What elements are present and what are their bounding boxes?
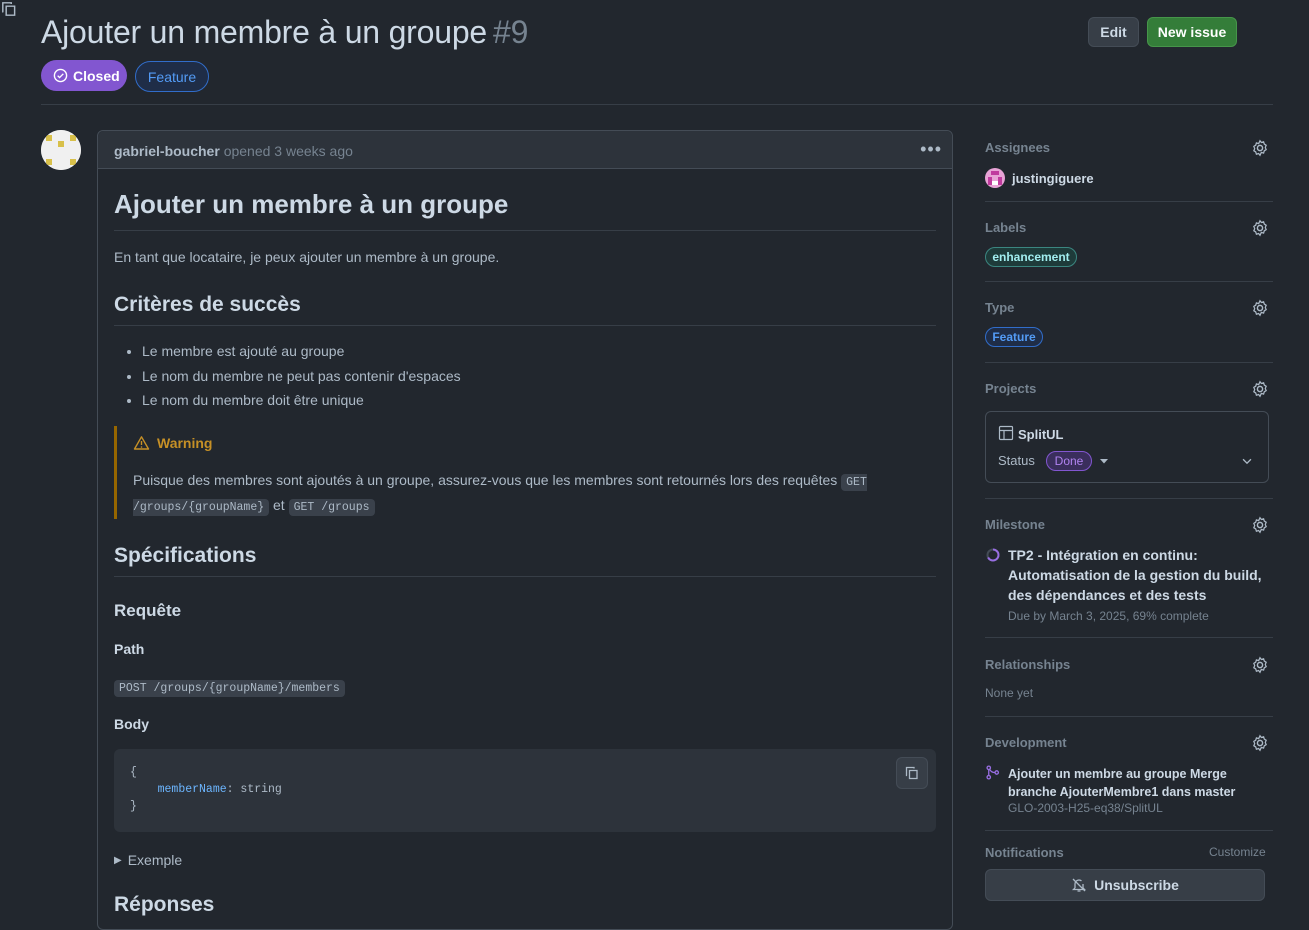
criteria-list: Le membre est ajouté au groupe Le nom du… xyxy=(114,342,461,416)
list-item: Le membre est ajouté au groupe xyxy=(142,342,461,367)
linked-pull-request[interactable]: Ajouter un membre au groupe Merge branch… xyxy=(1008,765,1270,801)
table-icon xyxy=(998,425,1014,441)
development-label: Development xyxy=(985,735,1067,750)
code-key: memberName xyxy=(157,783,227,796)
code-content: { memberName: string } xyxy=(130,764,282,815)
path-label: Path xyxy=(114,641,145,657)
warning-text: Puisque des membres sont ajoutés à un gr… xyxy=(133,469,923,519)
copy-link-button[interactable] xyxy=(0,0,22,22)
list-item: Le nom du membre ne peut pas contenir d'… xyxy=(142,367,461,392)
label-enhancement[interactable]: enhancement xyxy=(985,247,1077,267)
body-heading: Ajouter un membre à un groupe xyxy=(114,189,936,231)
milestone-due: Due by March 3, 2025, 69% complete xyxy=(1008,609,1209,623)
type-feature-badge[interactable]: Feature xyxy=(985,327,1043,347)
copy-icon xyxy=(905,766,918,780)
inline-code: GET /groups xyxy=(288,499,375,516)
linked-repo[interactable]: GLO-2003-H25-eq38/SplitUL xyxy=(1008,801,1163,815)
sidebar-divider xyxy=(985,498,1273,499)
gear-icon[interactable] xyxy=(1251,734,1269,752)
gear-icon[interactable] xyxy=(1251,516,1269,534)
sidebar-divider xyxy=(985,830,1273,831)
copy-icon xyxy=(2,2,16,16)
example-label: Exemple xyxy=(127,852,183,868)
assignee-name[interactable]: justingiguere xyxy=(1012,171,1094,186)
warning-text-body: Puisque des membres sont ajoutés à un gr… xyxy=(133,472,838,488)
opened-time: opened 3 weeks ago xyxy=(223,143,353,159)
milestone-progress-icon xyxy=(986,548,1000,562)
code-line: } xyxy=(130,800,137,813)
relationships-value: None yet xyxy=(985,686,1034,700)
sidebar-divider xyxy=(985,281,1273,282)
path-code: POST /groups/{groupName}/members xyxy=(114,680,345,697)
sidebar-divider xyxy=(985,201,1273,202)
warning-text-between: et xyxy=(273,497,285,513)
milestone-link[interactable]: TP2 - Intégration en continu: Automatisa… xyxy=(1008,545,1268,605)
code-line: { xyxy=(130,766,137,779)
warning-title-text: Warning xyxy=(157,435,213,451)
project-status-badge[interactable]: Done xyxy=(1046,451,1092,471)
comment-header: gabriel-boucher opened 3 weeks ago ••• xyxy=(98,131,952,169)
bell-slash-icon xyxy=(1072,878,1087,892)
sidebar-divider xyxy=(985,716,1273,717)
type-label: Type xyxy=(985,300,1015,315)
comment-meta: gabriel-boucher opened 3 weeks ago xyxy=(114,143,353,159)
issue-title: Ajouter un membre à un groupe #9 xyxy=(41,14,528,51)
unsubscribe-label: Unsubscribe xyxy=(1094,877,1179,893)
warning-title: Warning xyxy=(133,435,212,451)
gear-icon[interactable] xyxy=(1251,299,1269,317)
edit-button[interactable]: Edit xyxy=(1088,17,1139,47)
header-divider xyxy=(41,104,1273,105)
customize-link[interactable]: Customize xyxy=(1209,845,1266,859)
closed-status-label: Closed xyxy=(73,67,120,84)
milestone-label: Milestone xyxy=(985,517,1045,532)
relationships-label: Relationships xyxy=(985,657,1071,672)
issue-type-badge[interactable]: Feature xyxy=(135,61,209,92)
unsubscribe-button[interactable]: Unsubscribe xyxy=(985,869,1265,901)
project-name[interactable]: SplitUL xyxy=(1018,427,1064,442)
assignee-avatar[interactable] xyxy=(985,168,1005,188)
sidebar-divider xyxy=(985,637,1273,638)
gear-icon[interactable] xyxy=(1251,139,1269,157)
author-link[interactable]: gabriel-boucher xyxy=(114,143,220,159)
labels-label: Labels xyxy=(985,220,1027,235)
git-merge-icon xyxy=(986,765,1000,780)
author-avatar[interactable] xyxy=(41,130,81,170)
issue-comment: gabriel-boucher opened 3 weeks ago ••• A… xyxy=(97,130,953,930)
path-code-wrap: POST /groups/{groupName}/members xyxy=(114,678,345,697)
gear-icon[interactable] xyxy=(1251,380,1269,398)
gear-icon[interactable] xyxy=(1251,219,1269,237)
spec-heading: Spécifications xyxy=(114,544,936,577)
caret-down-icon[interactable] xyxy=(1099,457,1109,465)
responses-heading: Réponses xyxy=(114,893,215,916)
notifications-label: Notifications xyxy=(985,845,1064,860)
body-label: Body xyxy=(114,716,149,732)
project-status-label: Status xyxy=(998,453,1035,468)
list-item: Le nom du membre doit être unique xyxy=(142,391,461,416)
projects-label: Projects xyxy=(985,381,1037,396)
closed-status-badge: Closed xyxy=(41,60,127,91)
issue-number: #9 xyxy=(493,14,529,50)
body-code-block: { memberName: string } xyxy=(114,749,936,832)
success-heading: Critères de succès xyxy=(114,293,936,326)
project-card: SplitUL Status Done xyxy=(985,411,1269,483)
example-disclosure[interactable]: ▶ Exemple xyxy=(114,852,182,868)
sidebar-divider xyxy=(985,362,1273,363)
body-intro: En tant que locataire, je peux ajouter u… xyxy=(114,249,500,265)
identicon-icon xyxy=(41,130,81,170)
triangle-right-icon: ▶ xyxy=(114,854,122,866)
check-circle-icon xyxy=(53,68,68,83)
kebab-menu-icon[interactable]: ••• xyxy=(920,139,942,160)
request-heading: Requête xyxy=(114,601,182,620)
copy-code-button[interactable] xyxy=(896,757,928,789)
assignees-label: Assignees xyxy=(985,140,1051,155)
code-value: : string xyxy=(226,783,282,796)
new-issue-button[interactable]: New issue xyxy=(1147,17,1237,47)
chevron-down-icon[interactable] xyxy=(1240,454,1254,468)
issue-title-text: Ajouter un membre à un groupe xyxy=(41,14,488,50)
warning-alert: Warning Puisque des membres sont ajoutés… xyxy=(114,426,936,519)
gear-icon[interactable] xyxy=(1251,656,1269,674)
alert-icon xyxy=(133,436,150,450)
